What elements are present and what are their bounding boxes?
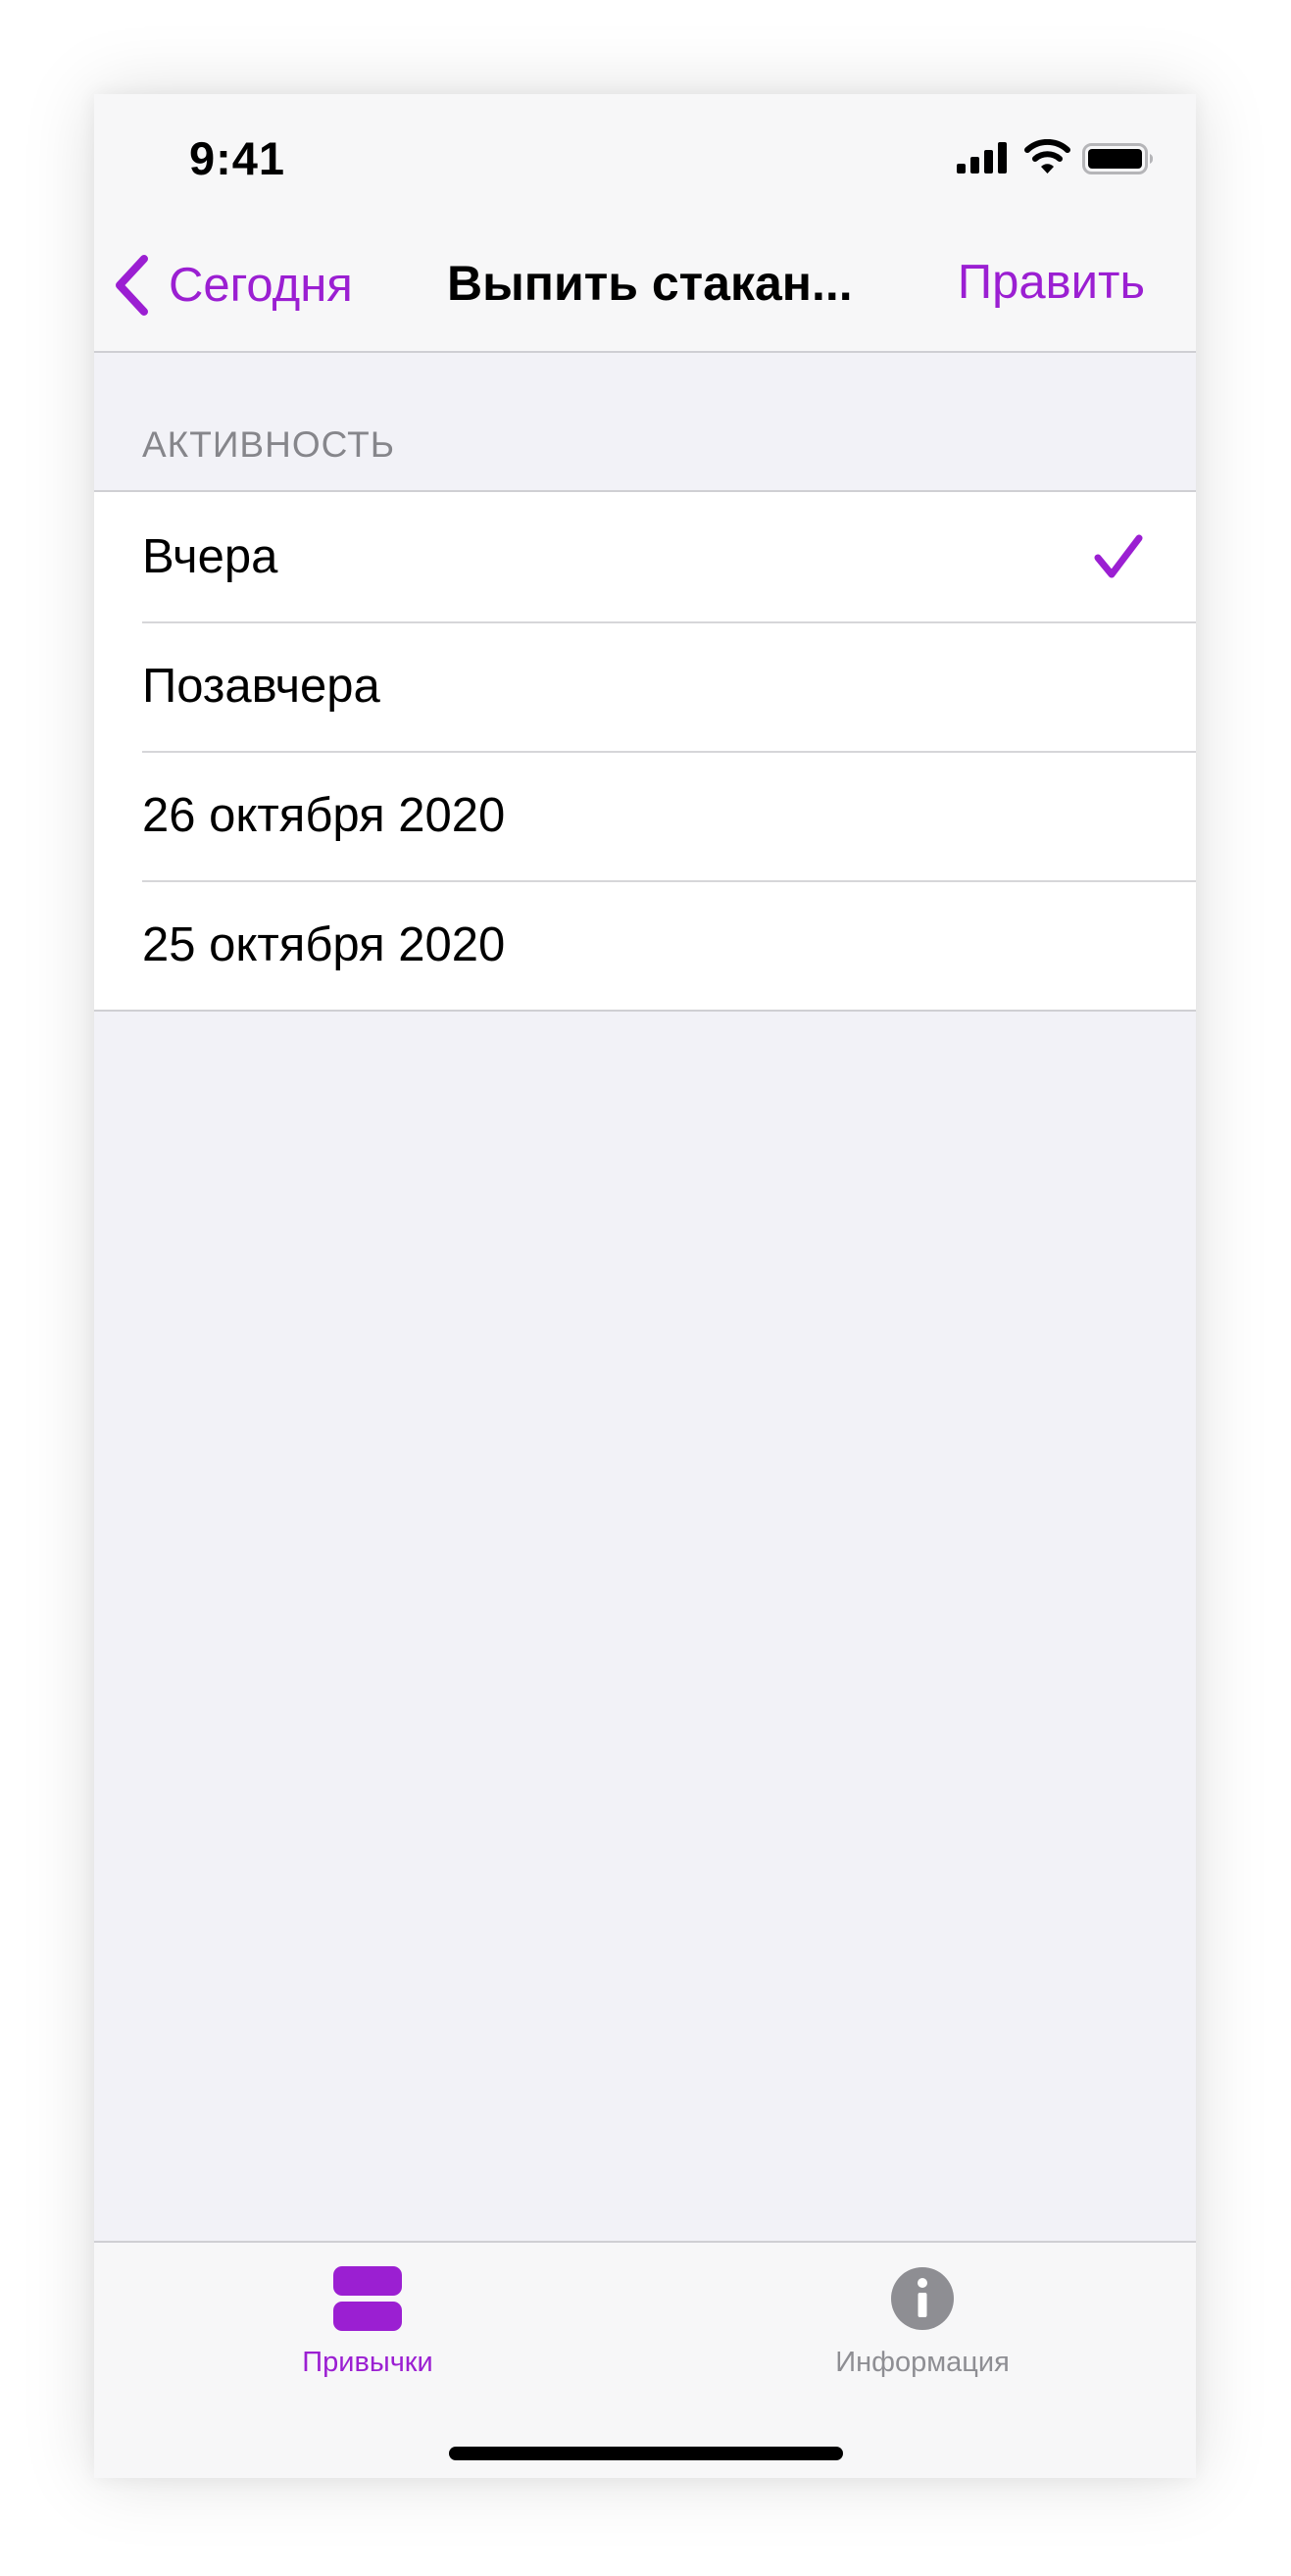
tab-info[interactable]: Информация	[795, 2264, 1050, 2379]
navigation-header: 9:41 Сегодня Выпить стакан... Править	[94, 94, 1196, 353]
battery-icon	[1082, 143, 1154, 174]
checkmark-icon	[1094, 534, 1143, 578]
tab-label: Информация	[835, 2347, 1010, 2378]
status-bar-time: 9:41	[189, 132, 286, 184]
habits-icon	[333, 2266, 402, 2331]
tab-habits[interactable]: Привычки	[240, 2264, 495, 2379]
list-item-label: 26 октября 2020	[142, 789, 506, 842]
page-title: Выпить стакан...	[447, 256, 853, 311]
tab-bar: Привычки Информация	[94, 2241, 1196, 2478]
list-item-label: Позавчера	[142, 660, 380, 713]
home-indicator	[449, 2447, 843, 2460]
list-item-label: 25 октября 2020	[142, 918, 506, 971]
list-item-yesterday[interactable]: Вчера	[94, 492, 1196, 621]
list-item-date[interactable]: 25 октября 2020	[94, 880, 1196, 1010]
phone-screen: 9:41 Сегодня Выпить стакан... Править АК…	[94, 94, 1196, 2478]
list-item-day-before-yesterday[interactable]: Позавчера	[94, 621, 1196, 751]
back-button-label: Сегодня	[169, 259, 353, 312]
cellular-signal-icon	[957, 142, 1007, 173]
edit-button[interactable]: Править	[958, 255, 1145, 310]
tab-label: Привычки	[302, 2347, 433, 2378]
back-button[interactable]: Сегодня	[112, 251, 353, 320]
chevron-left-icon	[116, 255, 148, 316]
info-icon	[891, 2267, 954, 2330]
wifi-icon	[1024, 139, 1070, 173]
activity-list: Вчера Позавчера 26 октября 2020 25 октяб…	[94, 490, 1196, 1012]
section-header-activity: АКТИВНОСТЬ	[142, 424, 395, 465]
list-item-label: Вчера	[142, 530, 278, 583]
list-item-date[interactable]: 26 октября 2020	[94, 751, 1196, 880]
